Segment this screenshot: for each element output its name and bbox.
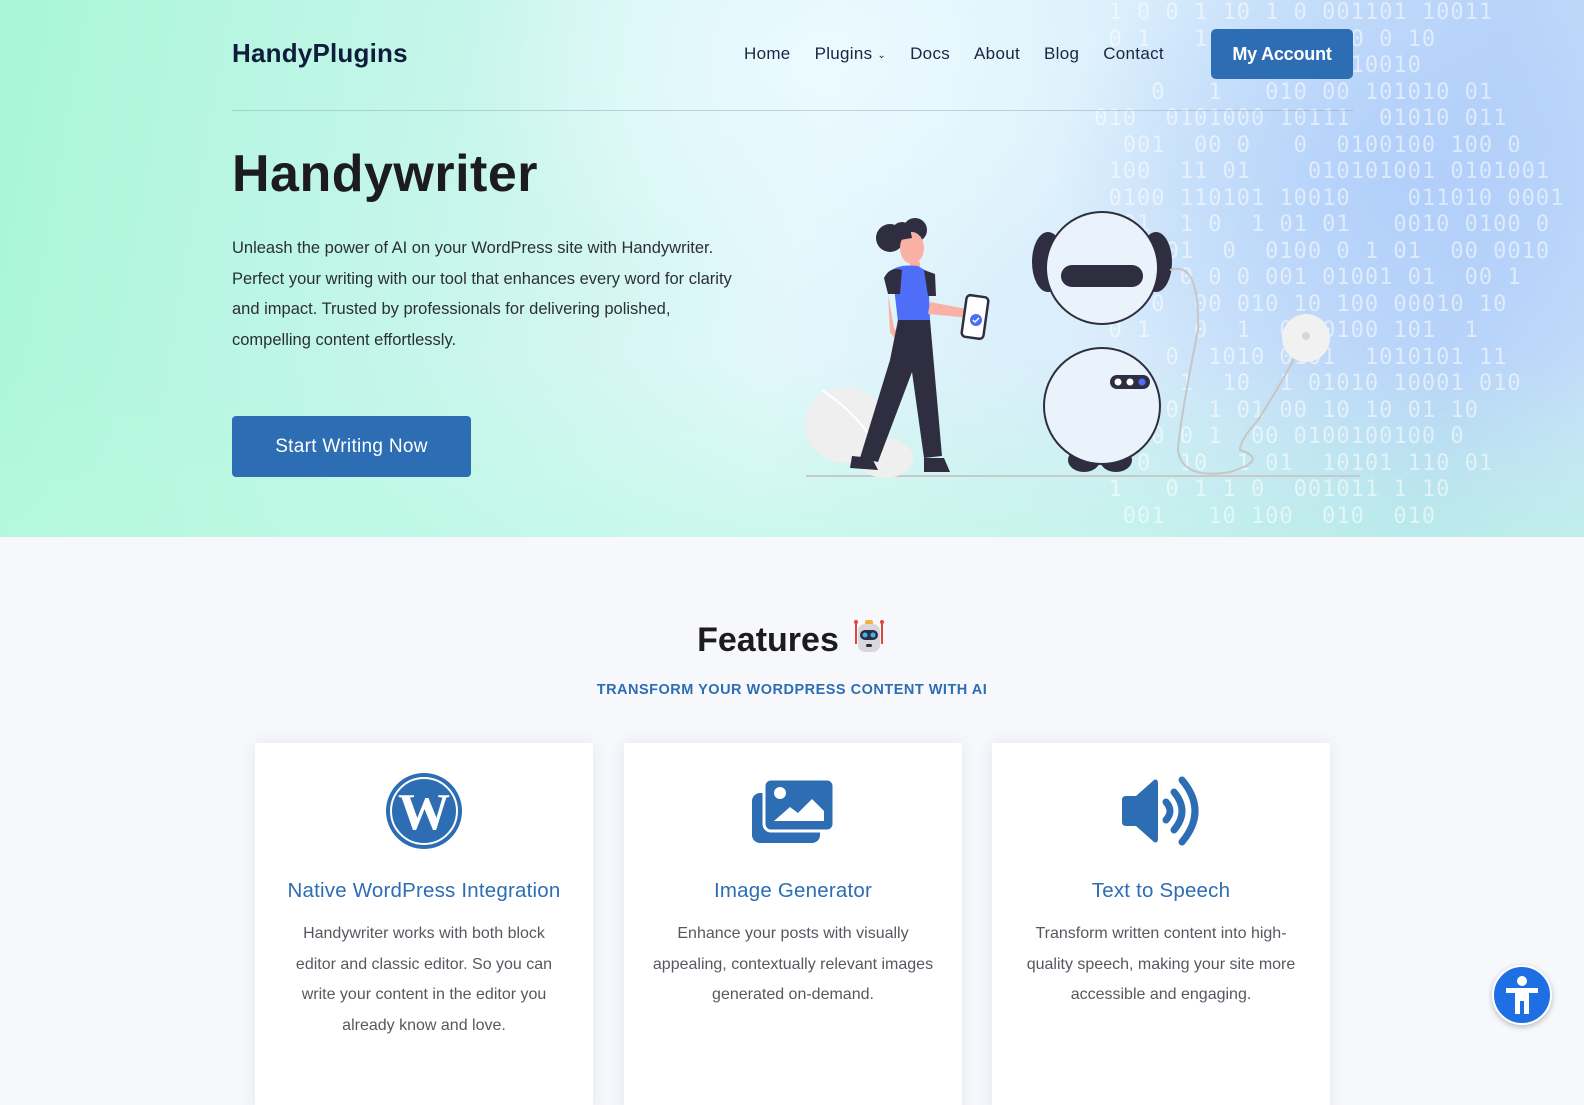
binary-row: 0100 110101 10010 011010 0001 bbox=[1080, 185, 1565, 211]
nav-contact[interactable]: Contact bbox=[1103, 44, 1164, 64]
feature-card: Image Generator Enhance your posts with … bbox=[624, 743, 962, 1105]
robot-figure bbox=[1032, 211, 1330, 475]
images-icon bbox=[748, 771, 838, 851]
my-account-button[interactable]: My Account bbox=[1211, 29, 1353, 79]
nav-home[interactable]: Home bbox=[744, 44, 791, 64]
site-header: HandyPlugins Home Plugins ⌄ Docs About Bl… bbox=[232, 0, 1353, 111]
binary-row: 001 10 100 010 010 bbox=[1080, 503, 1437, 529]
feature-description: Handywriter works with both block editor… bbox=[295, 925, 553, 1034]
feature-title: Native WordPress Integration bbox=[287, 879, 561, 902]
robot-emoji-icon bbox=[851, 618, 887, 663]
features-subtitle: TRANSFORM YOUR WORDPRESS CONTENT WITH AI bbox=[596, 682, 988, 698]
features-heading: Features bbox=[0, 618, 1584, 663]
nav-plugins[interactable]: Plugins ⌄ bbox=[815, 44, 887, 64]
nav-about[interactable]: About bbox=[974, 44, 1020, 64]
site-logo[interactable]: HandyPlugins bbox=[232, 38, 408, 69]
binary-row: 100 11 01 010101001 0101001 bbox=[1080, 159, 1551, 184]
nav-blog[interactable]: Blog bbox=[1044, 44, 1079, 64]
volume-high-icon bbox=[1116, 771, 1206, 851]
hero-description: Unleash the power of AI on your WordPres… bbox=[232, 239, 732, 349]
feature-card: W Native WordPress Integration Handywrit… bbox=[255, 743, 593, 1105]
hero-title: Handywriter bbox=[232, 145, 539, 203]
accessibility-icon bbox=[1506, 976, 1538, 1014]
svg-text:W: W bbox=[398, 784, 450, 841]
wordpress-icon: W bbox=[379, 771, 469, 851]
nav-docs[interactable]: Docs bbox=[910, 44, 950, 64]
accessibility-button[interactable] bbox=[1492, 965, 1552, 1025]
feature-description: Enhance your posts with visually appeali… bbox=[652, 925, 934, 1003]
binary-row: 001 00 0 0 0100100 100 0 bbox=[1080, 132, 1522, 158]
feature-card: Text to Speech Transform written content… bbox=[992, 743, 1330, 1105]
hero-section: 1 0 0 1 10 1 0 001101 10011 0 1 1 001001… bbox=[0, 0, 1584, 537]
chevron-down-icon: ⌄ bbox=[877, 49, 887, 61]
main-nav: Home Plugins ⌄ Docs About Blog Contact bbox=[744, 44, 1188, 64]
woman-figure bbox=[850, 218, 990, 472]
robot-illustration bbox=[805, 211, 1360, 478]
start-writing-button[interactable]: Start Writing Now bbox=[232, 416, 471, 477]
feature-description: Transform written content into high-qual… bbox=[1026, 925, 1296, 1003]
feature-title: Text to Speech bbox=[1091, 879, 1231, 902]
feature-title: Image Generator bbox=[714, 879, 872, 902]
